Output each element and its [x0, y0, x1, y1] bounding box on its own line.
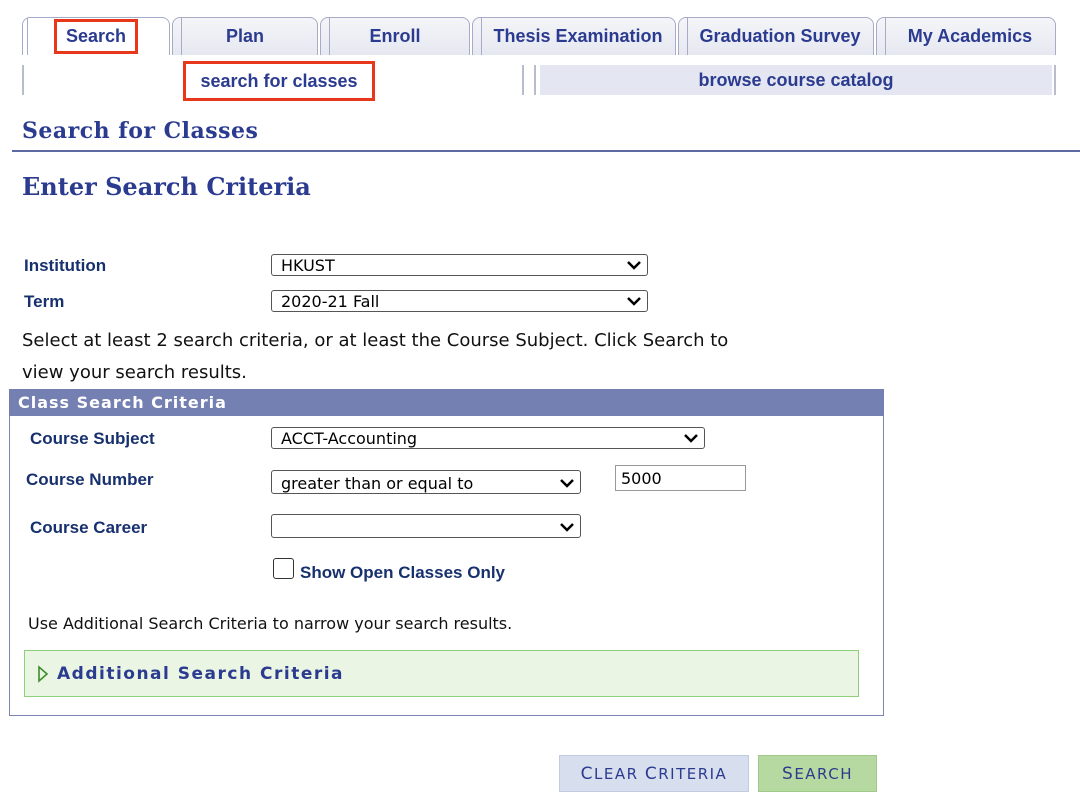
criteria-first-letter: C: [644, 763, 659, 784]
course-number-operator-select[interactable]: greater than or equal to: [271, 470, 581, 494]
course-subject-value: ACCT-Accounting: [281, 428, 418, 448]
additional-search-criteria-label: Additional Search Criteria: [57, 663, 345, 684]
additional-criteria-note: Use Additional Search Criteria to narrow…: [28, 614, 513, 633]
tab-enroll[interactable]: Enroll: [320, 17, 470, 55]
subnav-divider: [1054, 65, 1056, 95]
tab-edge: [679, 18, 688, 55]
clear-criteria-button[interactable]: CLEAR CRITERIA: [559, 755, 749, 792]
tab-graduation-survey[interactable]: Graduation Survey: [678, 17, 874, 55]
chevron-down-icon: [627, 261, 641, 270]
term-label: Term: [24, 292, 65, 311]
page-subtitle: Enter Search Criteria: [22, 172, 311, 201]
tab-edge: [27, 18, 36, 55]
tab-search-label: Search: [53, 19, 139, 54]
tab-edge: [321, 18, 330, 55]
tab-my-academics[interactable]: My Academics: [876, 17, 1056, 55]
clear-first-letter: C: [580, 763, 595, 784]
chevron-down-icon: [560, 523, 574, 532]
course-career-label: Course Career: [30, 518, 148, 537]
course-subject-label: Course Subject: [30, 429, 155, 448]
course-career-select[interactable]: [271, 514, 581, 538]
search-first-letter: S: [782, 763, 795, 784]
chevron-down-icon: [684, 434, 698, 443]
course-number-input[interactable]: 5000: [615, 465, 746, 491]
instructions-line-1: Select at least 2 search criteria, or at…: [22, 330, 729, 351]
subnav-browse-label: browse course catalog: [698, 69, 894, 90]
subnav-divider: [534, 65, 536, 95]
tab-thesis-examination[interactable]: Thesis Examination: [472, 17, 676, 55]
chevron-down-icon: [560, 479, 574, 488]
sub-navigation: search for classes browse course catalog: [22, 61, 1056, 101]
tab-plan-label: Plan: [225, 26, 264, 46]
tab-plan[interactable]: Plan: [172, 17, 318, 55]
instructions-line-2: view your search results.: [22, 362, 247, 383]
tab-enroll-label: Enroll: [369, 26, 421, 46]
term-value: 2020-21 Fall: [281, 291, 380, 311]
subnav-divider: [522, 65, 524, 95]
show-open-classes-checkbox[interactable]: [273, 558, 294, 579]
search-rest: EARCH: [794, 764, 853, 783]
term-select[interactable]: 2020-21 Fall: [271, 290, 648, 312]
chevron-down-icon: [627, 297, 641, 306]
subnav-search-for-classes-label: search for classes: [200, 70, 358, 91]
search-button[interactable]: SEARCH: [758, 755, 877, 792]
class-search-criteria-header: Class Search Criteria: [9, 389, 884, 416]
tab-search[interactable]: Search: [22, 17, 170, 55]
subnav-divider: [22, 65, 24, 95]
clear-criteria-label: CLEAR CRITERIA: [581, 764, 728, 784]
subnav-search-for-classes[interactable]: search for classes: [183, 61, 375, 101]
main-tabs: Search Plan Enroll Thesis Examination Gr…: [22, 17, 1056, 57]
title-divider: [12, 150, 1080, 152]
tab-edge: [473, 18, 482, 55]
tab-graduation-label: Graduation Survey: [699, 26, 861, 46]
course-subject-select[interactable]: ACCT-Accounting: [271, 427, 705, 449]
subnav-browse-course-catalog[interactable]: browse course catalog: [540, 65, 1052, 95]
tab-thesis-label: Thesis Examination: [493, 26, 663, 46]
show-open-classes-label[interactable]: Show Open Classes Only: [300, 563, 505, 583]
clear-rest: LEAR: [594, 764, 645, 783]
expand-triangle-icon: [38, 664, 49, 683]
tab-edge: [173, 18, 182, 55]
criteria-rest: RITERIA: [658, 764, 728, 783]
page-title: Search for Classes: [22, 118, 259, 144]
search-label: SEARCH: [782, 764, 853, 784]
course-number-label: Course Number: [26, 470, 154, 489]
tab-my-academics-label: My Academics: [907, 26, 1033, 46]
course-number-operator-value: greater than or equal to: [281, 474, 474, 493]
course-number-value: 5000: [621, 468, 662, 488]
additional-search-criteria-toggle[interactable]: Additional Search Criteria: [24, 650, 859, 697]
institution-value: HKUST: [281, 255, 335, 275]
institution-label: Institution: [24, 256, 107, 275]
institution-select[interactable]: HKUST: [271, 254, 648, 276]
tab-edge: [877, 18, 886, 55]
